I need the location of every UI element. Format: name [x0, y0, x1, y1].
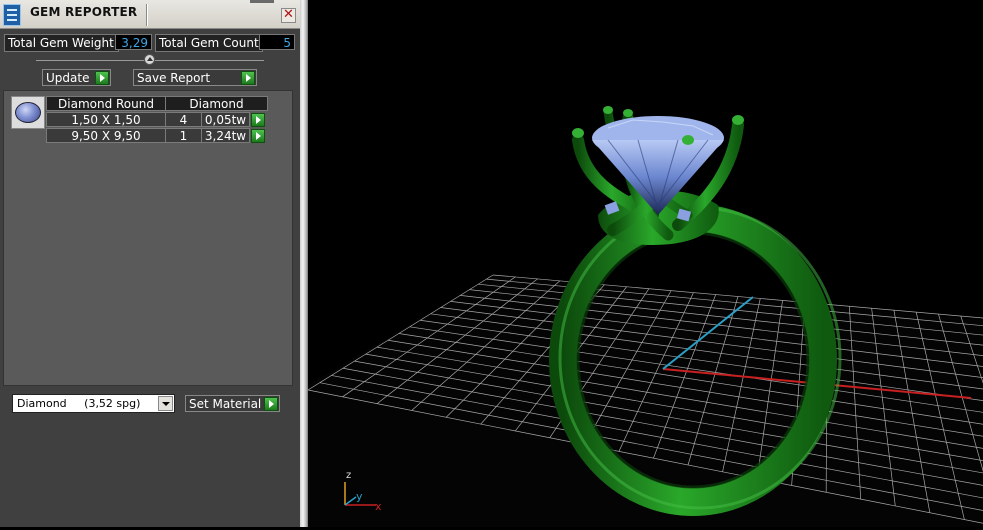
column-header-material: Diamond: [165, 96, 268, 111]
axis-label-z: z: [346, 470, 351, 481]
gem-weight-cell: 0,05tw: [201, 112, 250, 127]
panel-titlebar[interactable]: GEM REPORTER ✕: [0, 0, 300, 29]
play-arrow-icon[interactable]: [251, 113, 265, 127]
gem-reporter-app-icon: [3, 4, 21, 26]
gem-round-icon[interactable]: [11, 96, 45, 129]
slider-knob-icon[interactable]: [144, 54, 155, 65]
material-dropdown[interactable]: Diamond (3,52 spg): [12, 394, 175, 413]
gem-size-cell: 9,50 X 9,50: [46, 128, 166, 143]
axis-label-y: y: [356, 490, 363, 503]
save-report-button[interactable]: Save Report: [133, 69, 257, 86]
dropdown-arrow-icon[interactable]: [158, 396, 173, 411]
total-gem-weight-label: Total Gem Weight: [4, 34, 119, 52]
total-gem-weight-value: 3,29: [115, 34, 152, 50]
set-material-button-label: Set Material: [189, 397, 262, 411]
total-gem-count-label: Total Gem Count: [155, 34, 263, 52]
titlebar-divider: [146, 4, 147, 26]
save-report-button-label: Save Report: [137, 71, 211, 85]
close-icon[interactable]: ✕: [281, 8, 296, 23]
play-arrow-icon: [264, 397, 278, 411]
gem-weight-cell: 3,24tw: [201, 128, 250, 143]
panel-title: GEM REPORTER: [30, 5, 138, 19]
gem-reporter-panel: GEM REPORTER ✕ Total Gem Weight 3,29 Tot…: [0, 0, 300, 527]
gem-count-cell: 4: [165, 112, 202, 127]
gem-list: Diamond Round Diamond 1,50 X 1,50 4 0,05…: [3, 90, 293, 386]
set-material-button[interactable]: Set Material: [185, 395, 280, 412]
column-header-shape: Diamond Round: [46, 96, 166, 111]
gem-count-cell: 1: [165, 128, 202, 143]
play-arrow-icon[interactable]: [251, 129, 265, 143]
panel-splitter[interactable]: [300, 0, 308, 527]
gem-size-cell: 1,50 X 1,50: [46, 112, 166, 127]
update-button[interactable]: Update: [42, 69, 111, 86]
3d-viewport[interactable]: z y x: [307, 0, 983, 527]
material-dropdown-value: Diamond (3,52 spg): [17, 397, 141, 410]
total-gem-count-value: 5: [259, 34, 295, 50]
axis-label-x: x: [375, 500, 382, 513]
titlebar-grip: [250, 0, 274, 3]
viewport-canvas: z y x: [307, 106, 983, 527]
update-button-label: Update: [46, 71, 90, 85]
play-arrow-icon: [241, 71, 255, 85]
play-arrow-icon: [95, 71, 109, 85]
